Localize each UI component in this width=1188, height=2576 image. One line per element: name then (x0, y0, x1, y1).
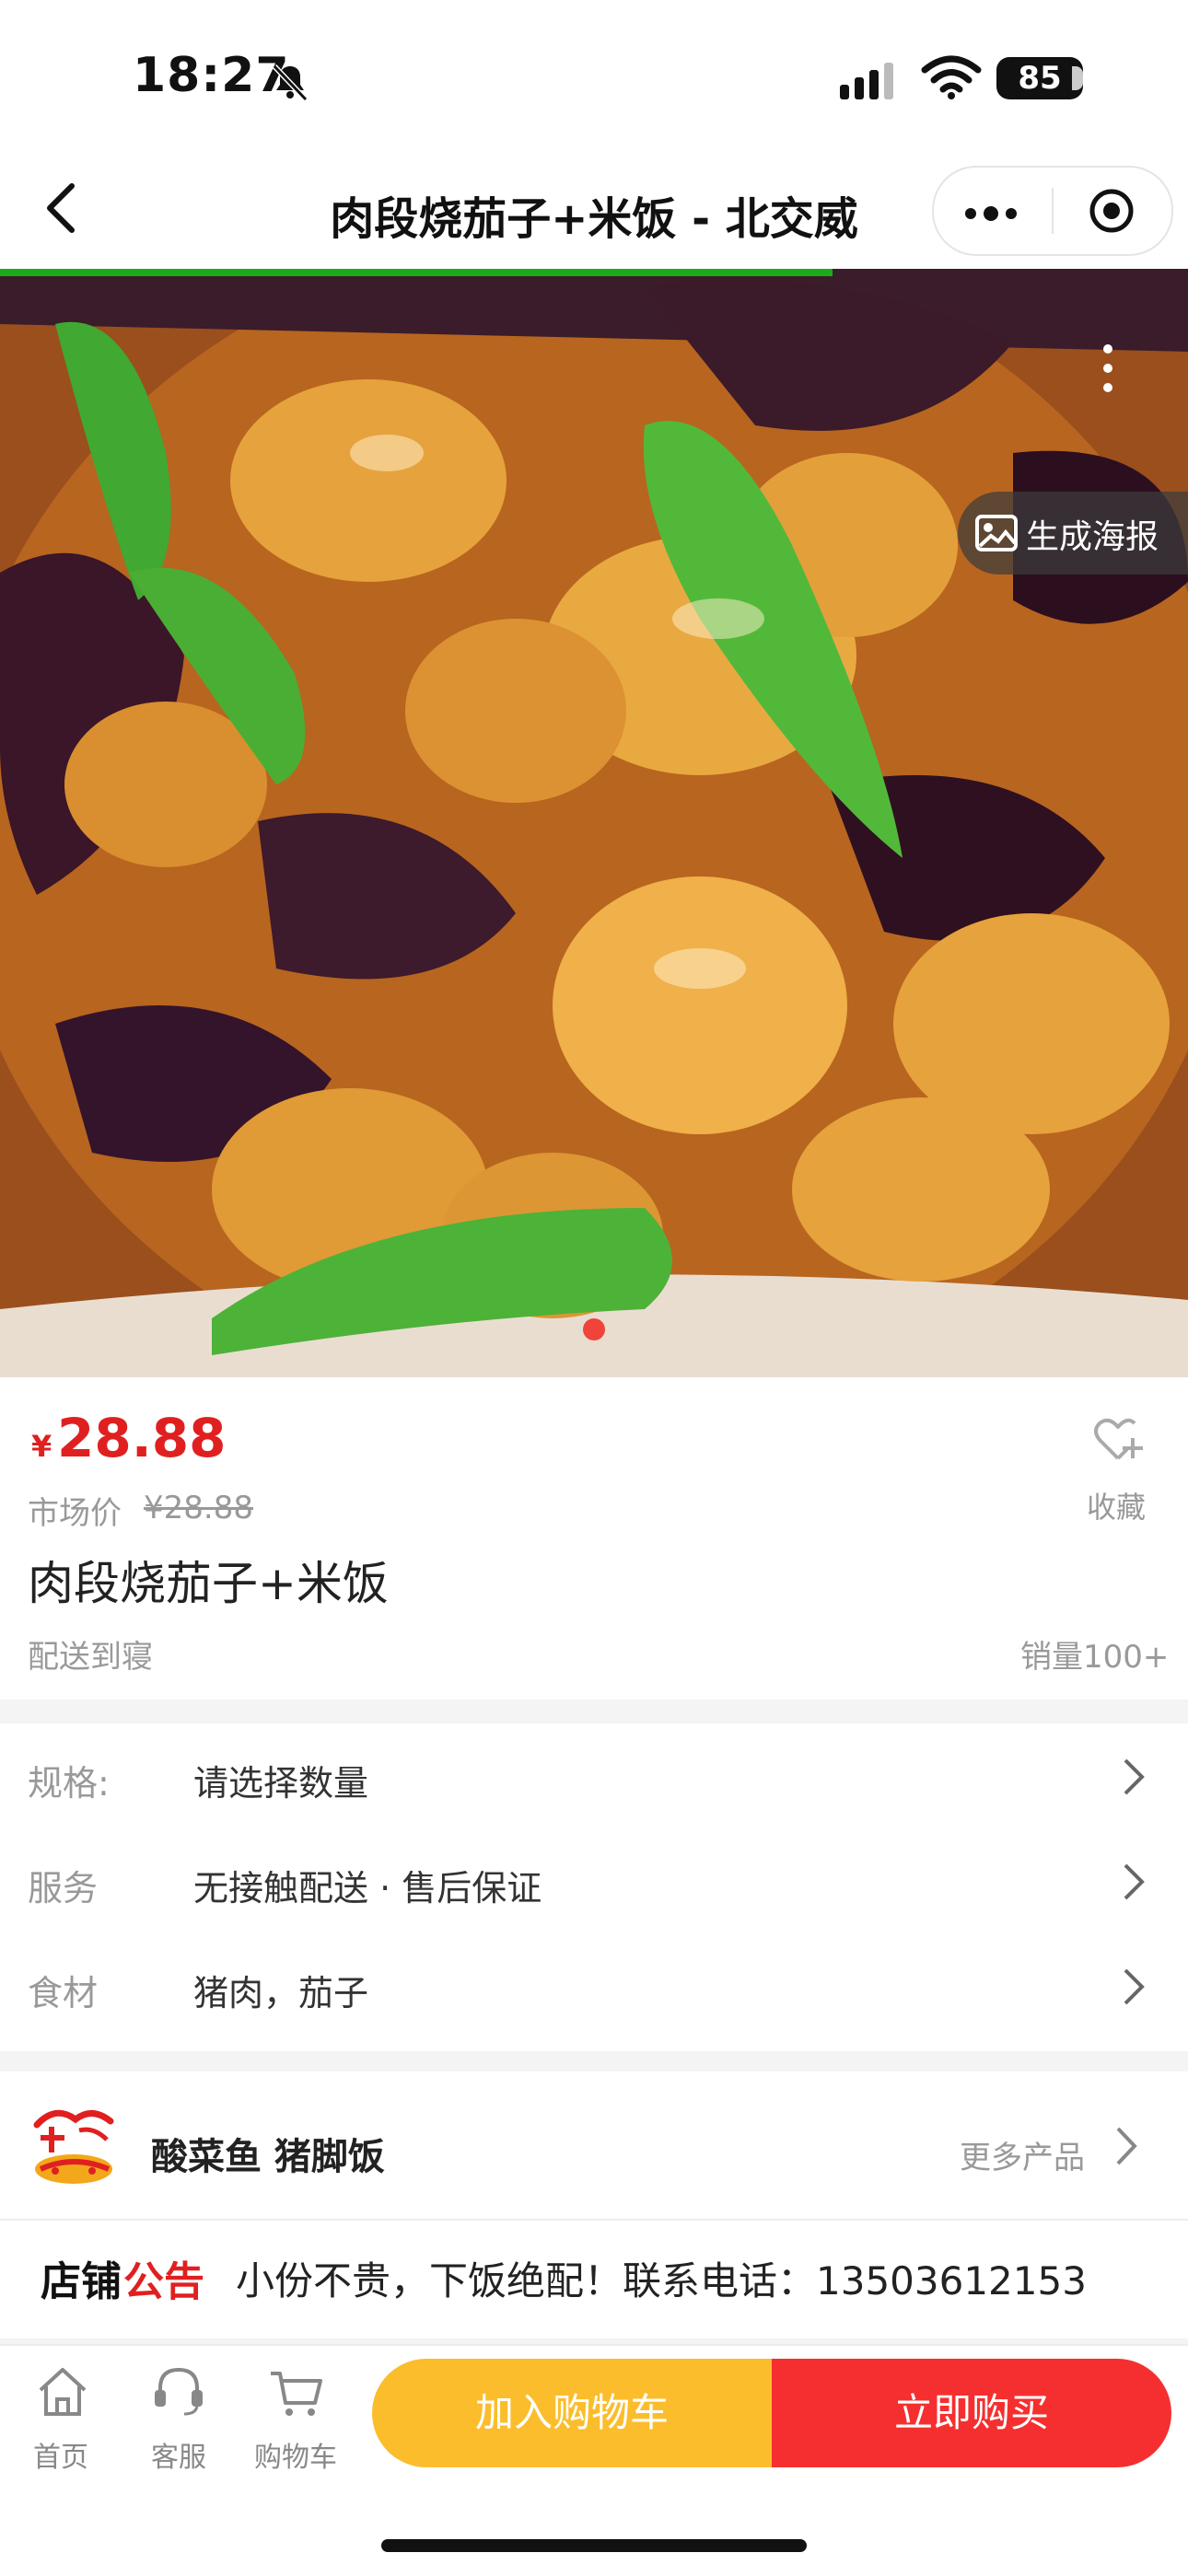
home-icon[interactable] (35, 2364, 90, 2419)
notice-label-shop: 店铺 (41, 2258, 122, 2305)
more-dots-icon[interactable] (965, 204, 1024, 223)
notice-label-announcement: 公告 (123, 2258, 204, 2305)
status-time: 18:27 (133, 48, 290, 103)
miniprogram-capsule (932, 166, 1173, 256)
loading-progress-bar (0, 269, 833, 276)
chevron-right-icon (1124, 1758, 1145, 1795)
heart-add-icon[interactable] (1092, 1414, 1144, 1466)
market-price-label: 市场价 (28, 1495, 122, 1532)
wifi-icon (921, 55, 982, 99)
shop-logo (28, 2099, 122, 2191)
cellular-signal-icon (840, 61, 904, 99)
spec-row-service[interactable]: 服务 无接触配送 · 售后保证 (0, 1828, 1188, 1933)
spec-row-ingredients[interactable]: 食材 猪肉，茄子 (0, 1933, 1188, 2038)
product-image[interactable] (0, 269, 1188, 1377)
spec-row-size[interactable]: 规格: 请选择数量 (0, 1723, 1188, 1828)
spec-label: 服务 (28, 1868, 99, 1909)
battery-tip (1072, 66, 1083, 90)
capsule-divider (1052, 188, 1054, 234)
image-icon (975, 515, 1018, 551)
product-name: 肉段烧茄子+米饭 (28, 1557, 389, 1610)
currency-symbol: ¥ (31, 1429, 52, 1464)
favorite-label[interactable]: 收藏 (1087, 1484, 1146, 1526)
spec-list: 规格: 请选择数量 服务 无接触配送 · 售后保证 食材 猪肉，茄子 (0, 1723, 1188, 2051)
market-price: ¥28.88 (144, 1490, 253, 1526)
chevron-right-icon (1124, 1863, 1145, 1900)
spec-value: 猪肉，茄子 (193, 1973, 369, 2013)
buy-now-button[interactable]: 立即购买 (772, 2359, 1171, 2467)
add-to-cart-button[interactable]: 加入购物车 (372, 2359, 772, 2467)
notice-text: 小份不贵，下饭绝配！联系电话：13503612153 (236, 2258, 1087, 2303)
chevron-right-icon (1116, 2127, 1137, 2165)
cart-icon[interactable] (269, 2366, 324, 2421)
spec-label: 规格: (28, 1763, 110, 1804)
carousel-indicator (583, 1318, 605, 1340)
delivery-info: 配送到寝 (28, 1639, 153, 1676)
bell-muted-icon (272, 64, 309, 102)
close-target-icon[interactable] (1089, 188, 1135, 234)
more-products-link[interactable]: 更多产品 (960, 2132, 1085, 2177)
battery-indicator: 85 (996, 57, 1083, 99)
generate-poster-label: 生成海报 (1026, 518, 1159, 556)
home-indicator (381, 2539, 807, 2552)
generate-poster-button[interactable]: 生成海报 (958, 492, 1188, 574)
more-vertical-icon[interactable] (1061, 322, 1153, 414)
tab-cart-label[interactable]: 购物车 (254, 2434, 337, 2475)
spec-value: 无接触配送 · 售后保证 (193, 1868, 542, 1909)
headset-icon[interactable] (151, 2362, 206, 2418)
shop-name: 酸菜鱼 猪脚饭 (151, 2136, 385, 2178)
spec-label: 食材 (28, 1973, 99, 2013)
sales-count: 销量100+ (1020, 1639, 1170, 1676)
product-price: 28.88 (57, 1407, 227, 1469)
tab-home-label[interactable]: 首页 (33, 2434, 88, 2475)
tab-service-label[interactable]: 客服 (151, 2434, 206, 2475)
spec-value: 请选择数量 (193, 1763, 369, 1804)
chevron-right-icon (1124, 1968, 1145, 2005)
